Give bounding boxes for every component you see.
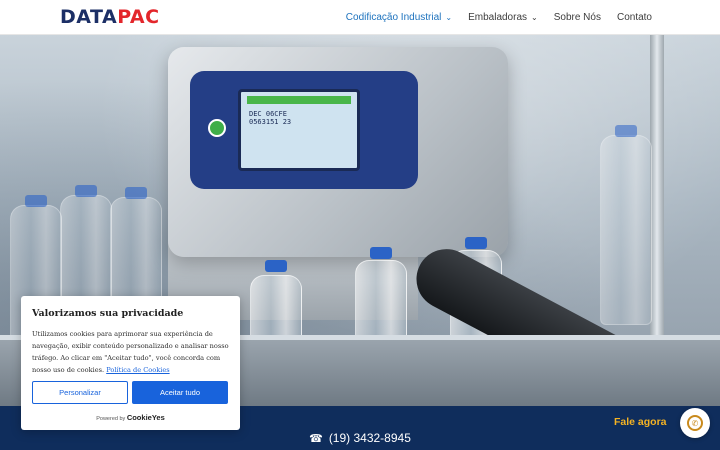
powered-by: Powered by CookieYes — [21, 413, 240, 422]
bottle — [600, 135, 652, 325]
printer-screen: DEC 06CFE 0563151 23 — [238, 89, 360, 171]
cookie-buttons: Personalizar Aceitar tudo — [32, 381, 228, 404]
whatsapp-button[interactable]: ✆ — [680, 408, 710, 438]
screen-line-1: DEC 06CFE — [249, 110, 287, 118]
phone-link[interactable]: ☎ (19) 3432-8945 — [0, 431, 720, 445]
bottle-cap — [370, 247, 392, 259]
powered-by-label: Powered by — [96, 416, 126, 422]
datapac-logo[interactable]: DATAPAC — [60, 6, 160, 28]
chevron-down-icon: ⌄ — [445, 12, 453, 22]
nav-label: Codificação Industrial — [345, 12, 442, 23]
bottle-cap — [465, 237, 487, 249]
power-indicator-icon — [208, 119, 226, 137]
screen-line-2: 0563151 23 — [249, 118, 292, 126]
bottle-cap — [125, 187, 147, 199]
bottle-cap — [265, 260, 287, 272]
cookie-title: Valorizamos sua privacidade — [32, 308, 184, 319]
nav-codificacao-industrial[interactable]: Codificação Industrial ⌄ — [346, 12, 452, 23]
site-header: DATAPAC Codificação Industrial ⌄ Embalad… — [0, 0, 720, 35]
printer-machine: DEC 06CFE 0563151 23 — [168, 47, 508, 257]
nav-label: Contato — [616, 12, 652, 23]
cookie-policy-link[interactable]: Política de Cookies — [106, 366, 169, 374]
bottle-cap — [75, 185, 97, 197]
main-nav: Codificação Industrial ⌄ Embaladoras ⌄ S… — [346, 0, 652, 35]
nav-sobre-nos[interactable]: Sobre Nós — [554, 12, 601, 23]
customize-button[interactable]: Personalizar — [32, 381, 128, 404]
phone-icon: ☎ — [309, 432, 323, 445]
nav-contato[interactable]: Contato — [617, 12, 652, 23]
screen-status-bar — [247, 96, 351, 104]
nav-label: Sobre Nós — [553, 12, 601, 23]
bottle-cap — [25, 195, 47, 207]
nav-label: Embaladoras — [468, 12, 528, 23]
cookieyes-logo[interactable]: CookieYes — [127, 413, 165, 422]
whatsapp-icon: ✆ — [687, 415, 703, 431]
cookie-consent-banner: Valorizamos sua privacidade Utilizamos c… — [21, 296, 240, 430]
chevron-down-icon: ⌄ — [531, 12, 538, 22]
screen-text: DEC 06CFE 0563151 23 — [249, 110, 291, 126]
cookie-description: Utilizamos cookies para aprimorar sua ex… — [32, 328, 229, 376]
logo-part-data: DATA — [60, 6, 118, 28]
phone-number: (19) 3432-8945 — [328, 431, 411, 445]
bottle-cap — [615, 125, 637, 137]
logo-part-pac: PAC — [117, 6, 160, 28]
nav-embaladoras[interactable]: Embaladoras ⌄ — [468, 12, 538, 23]
accept-all-button[interactable]: Aceitar tudo — [132, 381, 228, 404]
fale-agora-label[interactable]: Fale agora — [614, 416, 667, 428]
printer-front-panel: DEC 06CFE 0563151 23 — [190, 71, 418, 189]
